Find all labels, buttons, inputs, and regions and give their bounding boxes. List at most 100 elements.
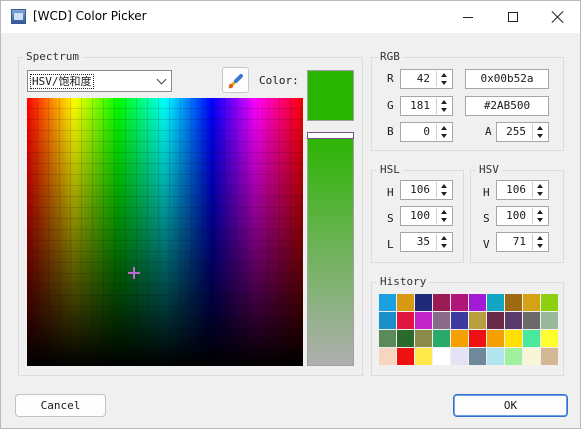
down-arrow-icon[interactable] — [441, 81, 447, 85]
hsv-h-spin-buttons[interactable] — [532, 182, 547, 198]
hex-html-field[interactable]: #2AB500 — [465, 96, 549, 116]
history-swatch[interactable] — [397, 348, 414, 365]
history-swatch[interactable] — [451, 348, 468, 365]
maximize-button[interactable] — [490, 1, 535, 33]
maximize-icon — [507, 12, 518, 22]
minimize-button[interactable] — [445, 1, 490, 33]
r-spinbox[interactable]: 42 — [400, 69, 453, 89]
close-button[interactable] — [535, 1, 580, 33]
history-swatch[interactable] — [523, 348, 540, 365]
down-arrow-icon[interactable] — [537, 244, 543, 248]
hsv-h-spinbox[interactable]: 106 — [496, 180, 549, 200]
hsv-v-value: 71 — [512, 235, 526, 248]
history-swatch[interactable] — [379, 294, 396, 311]
hsl-s-spin-buttons[interactable] — [436, 208, 451, 224]
color-label: Color: — [259, 74, 299, 87]
up-arrow-icon[interactable] — [441, 126, 447, 130]
hsv-v-spinbox[interactable]: 71 — [496, 232, 549, 252]
b-spinbox[interactable]: 0 — [400, 122, 453, 142]
history-swatch[interactable] — [415, 312, 432, 329]
hsv-v-spin-buttons[interactable] — [532, 234, 547, 250]
history-swatch[interactable] — [505, 348, 522, 365]
history-swatch[interactable] — [433, 330, 450, 347]
history-swatch[interactable] — [451, 330, 468, 347]
up-arrow-icon[interactable] — [441, 73, 447, 77]
hsv-s-spin-buttons[interactable] — [532, 208, 547, 224]
history-swatch[interactable] — [487, 312, 504, 329]
history-swatch[interactable] — [433, 312, 450, 329]
history-swatch[interactable] — [505, 294, 522, 311]
down-arrow-icon[interactable] — [537, 218, 543, 222]
history-swatch[interactable] — [541, 312, 558, 329]
minimize-icon — [462, 16, 473, 18]
history-swatch[interactable] — [433, 348, 450, 365]
down-arrow-icon[interactable] — [441, 218, 447, 222]
spectrum-mode-select[interactable]: HSV/饱和度 — [27, 70, 172, 92]
down-arrow-icon[interactable] — [441, 244, 447, 248]
saturation-slider[interactable] — [307, 132, 354, 366]
up-arrow-icon[interactable] — [441, 100, 447, 104]
a-spinbox[interactable]: 255 — [496, 122, 549, 142]
slider-thumb[interactable] — [307, 132, 354, 139]
color-spectrum[interactable] — [27, 98, 303, 366]
history-swatch[interactable] — [469, 312, 486, 329]
history-swatch[interactable] — [415, 348, 432, 365]
spectrum-grid — [27, 98, 303, 366]
down-arrow-icon[interactable] — [441, 134, 447, 138]
up-arrow-icon[interactable] — [441, 236, 447, 240]
up-arrow-icon[interactable] — [537, 236, 543, 240]
history-swatch[interactable] — [523, 294, 540, 311]
history-swatch[interactable] — [469, 348, 486, 365]
history-swatch[interactable] — [397, 312, 414, 329]
history-swatch[interactable] — [523, 330, 540, 347]
history-swatch[interactable] — [541, 348, 558, 365]
hsv-s-spinbox[interactable]: 100 — [496, 206, 549, 226]
history-swatch[interactable] — [487, 330, 504, 347]
history-swatch[interactable] — [541, 330, 558, 347]
hsl-s-spinbox[interactable]: 100 — [400, 206, 453, 226]
history-swatch[interactable] — [451, 294, 468, 311]
up-arrow-icon[interactable] — [441, 184, 447, 188]
history-swatch[interactable] — [415, 294, 432, 311]
eyedropper-button[interactable] — [222, 67, 249, 93]
history-swatch[interactable] — [487, 348, 504, 365]
up-arrow-icon[interactable] — [537, 210, 543, 214]
hsl-l-spin-buttons[interactable] — [436, 234, 451, 250]
history-swatch[interactable] — [469, 294, 486, 311]
a-spin-buttons[interactable] — [532, 124, 547, 140]
up-arrow-icon[interactable] — [537, 126, 543, 130]
history-swatch[interactable] — [397, 294, 414, 311]
b-label: B — [387, 125, 394, 138]
g-spin-buttons[interactable] — [436, 98, 451, 114]
cancel-button[interactable]: Cancel — [15, 394, 106, 417]
hex-dword-field[interactable]: 0x00b52a — [465, 69, 549, 89]
history-swatch[interactable] — [397, 330, 414, 347]
down-arrow-icon[interactable] — [537, 192, 543, 196]
crosshair-icon[interactable] — [128, 267, 140, 279]
b-spin-buttons[interactable] — [436, 124, 451, 140]
history-swatch[interactable] — [451, 312, 468, 329]
history-swatch[interactable] — [379, 348, 396, 365]
history-swatch[interactable] — [541, 294, 558, 311]
down-arrow-icon[interactable] — [537, 134, 543, 138]
hsl-l-spinbox[interactable]: 35 — [400, 232, 453, 252]
up-arrow-icon[interactable] — [441, 210, 447, 214]
history-swatch[interactable] — [379, 312, 396, 329]
hsl-h-spinbox[interactable]: 106 — [400, 180, 453, 200]
down-arrow-icon[interactable] — [441, 108, 447, 112]
up-arrow-icon[interactable] — [537, 184, 543, 188]
g-spinbox[interactable]: 181 — [400, 96, 453, 116]
history-swatch[interactable] — [469, 330, 486, 347]
down-arrow-icon[interactable] — [441, 192, 447, 196]
history-swatch[interactable] — [487, 294, 504, 311]
history-swatch[interactable] — [505, 312, 522, 329]
history-swatch[interactable] — [379, 330, 396, 347]
r-spin-buttons[interactable] — [436, 71, 451, 87]
ok-button[interactable]: OK — [453, 394, 568, 417]
history-swatch[interactable] — [523, 312, 540, 329]
history-swatch[interactable] — [505, 330, 522, 347]
history-swatch[interactable] — [433, 294, 450, 311]
history-swatch[interactable] — [415, 330, 432, 347]
hsl-h-spin-buttons[interactable] — [436, 182, 451, 198]
title-bar[interactable]: [WCD] Color Picker — [1, 1, 580, 33]
